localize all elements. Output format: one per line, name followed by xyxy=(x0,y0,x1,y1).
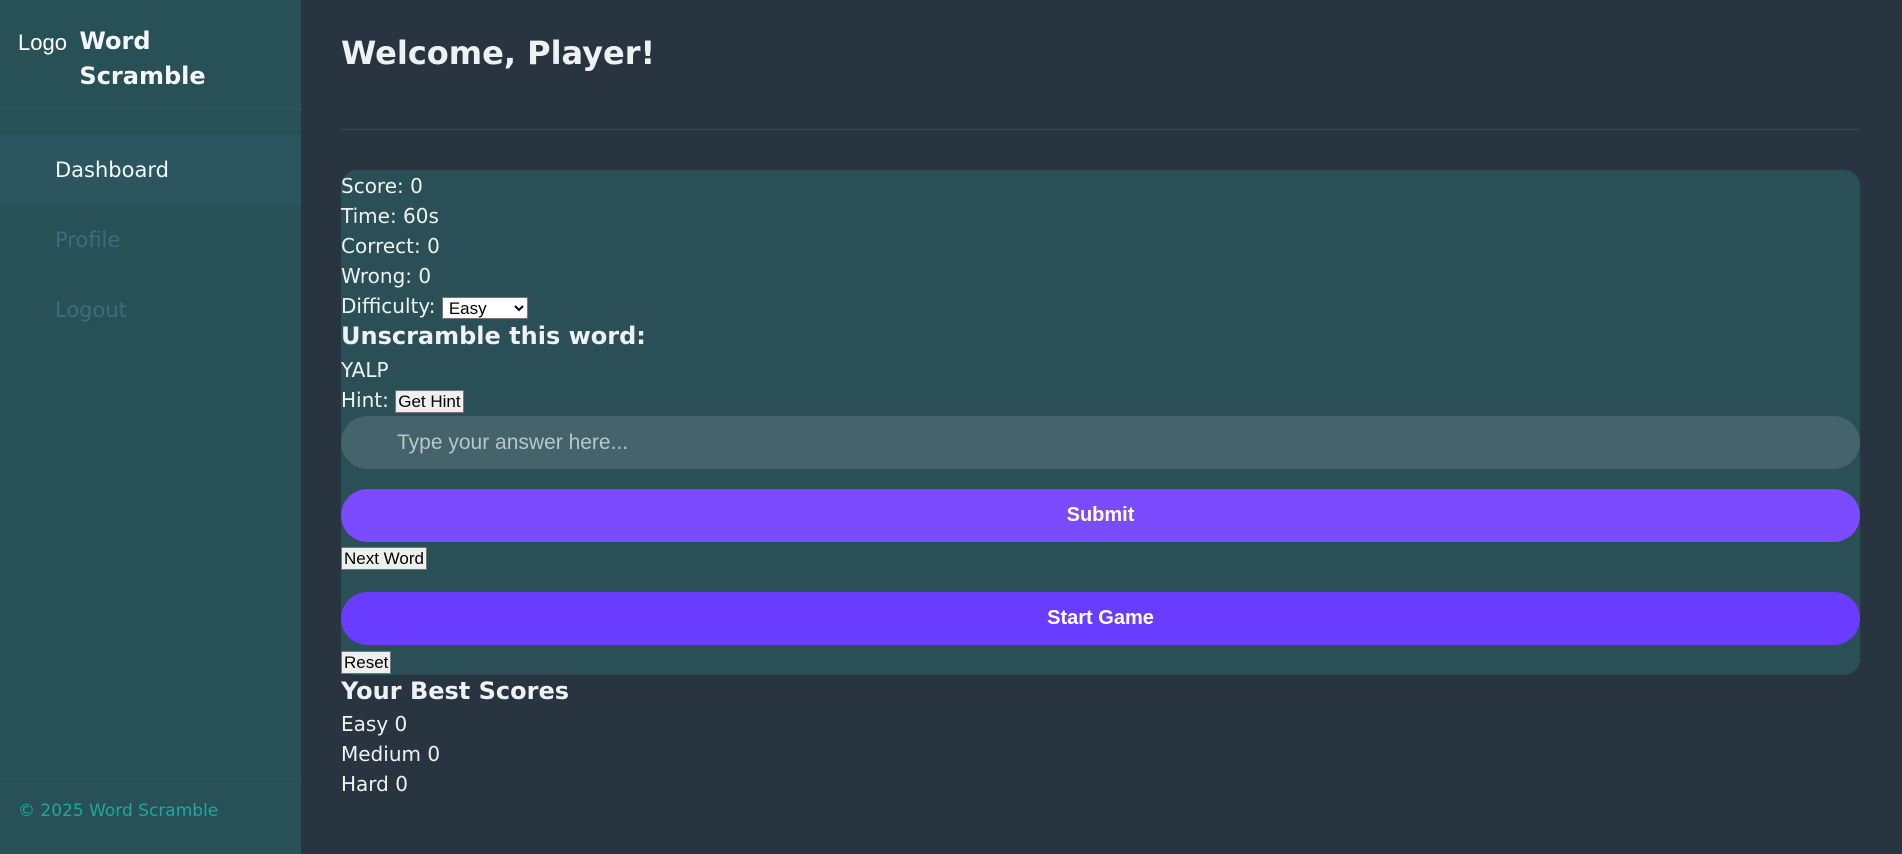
page-title: Welcome, Player! xyxy=(341,34,656,72)
correct-stat: Correct: 0 xyxy=(341,234,440,258)
main-content: Welcome, Player! Score: 0 Time: 60s Corr… xyxy=(301,0,1902,854)
difficulty-row: Difficulty: Easy xyxy=(341,294,528,319)
best-score-value: 0 xyxy=(427,742,441,766)
difficulty-select[interactable]: Easy xyxy=(441,296,528,319)
best-score-level: Hard xyxy=(341,772,389,796)
get-hint-button[interactable]: Get Hint xyxy=(395,390,464,413)
best-score-row: Medium 0 xyxy=(341,742,440,766)
sidebar: Logo Word Scramble Dashboard Profile Log… xyxy=(0,0,301,854)
answer-input[interactable] xyxy=(341,416,1860,469)
wrong-value: 0 xyxy=(418,264,432,288)
score-value: 0 xyxy=(410,174,423,198)
correct-label: Correct: xyxy=(341,234,421,258)
time-value: 60s xyxy=(403,204,439,228)
submit-button[interactable]: Submit xyxy=(341,489,1860,542)
next-word-button[interactable]: Next Word xyxy=(341,547,427,570)
reset-button[interactable]: Reset xyxy=(341,651,392,674)
hint-row: Hint: Get Hint xyxy=(341,388,464,413)
time-stat: Time: 60s xyxy=(341,204,439,228)
start-game-button[interactable]: Start Game xyxy=(341,592,1860,645)
best-score-level: Easy xyxy=(341,712,389,736)
correct-value: 0 xyxy=(427,234,440,258)
best-score-value: 0 xyxy=(394,712,408,736)
time-label: Time: xyxy=(341,204,397,228)
nav-profile[interactable]: Profile xyxy=(0,205,301,275)
wrong-stat: Wrong: 0 xyxy=(341,264,431,288)
app-title: Word Scramble xyxy=(79,27,206,90)
best-scores-title: Your Best Scores xyxy=(341,677,570,705)
score-stat: Score: 0 xyxy=(341,174,423,198)
difficulty-label: Difficulty: xyxy=(341,294,436,318)
wrong-label: Wrong: xyxy=(341,264,413,288)
best-score-level: Medium xyxy=(341,742,421,766)
sidebar-footer: © 2025 Word Scramble xyxy=(0,778,301,854)
nav-logout[interactable]: Logout xyxy=(0,275,301,345)
logo-image: Logo xyxy=(18,30,67,55)
best-score-row: Hard 0 xyxy=(341,772,408,796)
game-card: Score: 0 Time: 60s Correct: 0 Wrong: 0 D… xyxy=(341,170,1860,675)
nav-dashboard[interactable]: Dashboard xyxy=(0,135,301,205)
scrambled-word: YALP xyxy=(341,358,389,382)
best-score-row: Easy 0 xyxy=(341,712,407,736)
best-score-value: 0 xyxy=(395,772,408,796)
prompt-heading: Unscramble this word: xyxy=(341,322,646,350)
hint-label: Hint: xyxy=(341,388,389,412)
brand: Logo Word Scramble xyxy=(0,0,301,109)
header-divider xyxy=(341,129,1860,130)
score-label: Score: xyxy=(341,174,404,198)
